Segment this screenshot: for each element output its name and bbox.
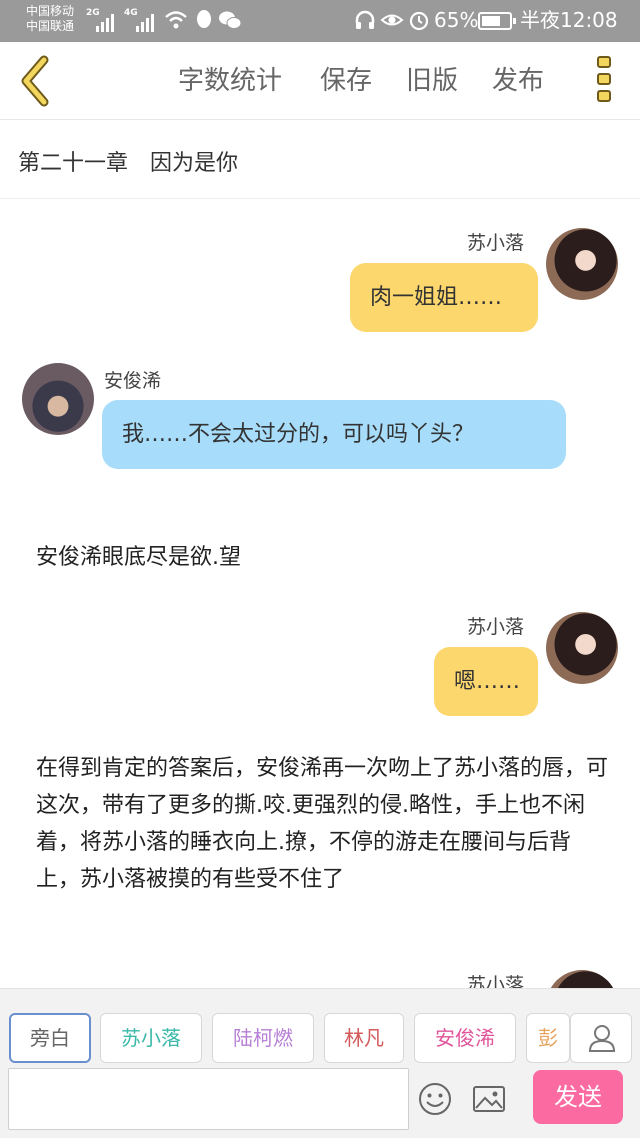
emoji-icon[interactable] — [417, 1081, 453, 1117]
save-button[interactable]: 保存 — [320, 64, 372, 98]
back-chevron-icon[interactable] — [14, 54, 54, 108]
headphones-icon — [355, 10, 375, 29]
chat-bubble[interactable]: 肉一姐姐…… — [350, 263, 538, 332]
publish-button[interactable]: 发布 — [492, 64, 544, 98]
signal-icon — [96, 10, 114, 32]
chat-bubble[interactable]: 嗯…… — [434, 647, 538, 716]
role-tab-su-xiaoluo[interactable]: 苏小落 — [100, 1013, 202, 1063]
send-button[interactable]: 发送 — [533, 1070, 623, 1124]
user-icon — [588, 1025, 616, 1052]
role-tab-peng[interactable]: 彭 — [526, 1013, 570, 1063]
speaker-name: 安俊浠 — [104, 370, 162, 392]
role-tab-lin-fan[interactable]: 林凡 — [324, 1013, 404, 1063]
carrier-2: 中国联通 — [26, 19, 75, 33]
avatar[interactable] — [22, 363, 94, 435]
more-menu-icon[interactable] — [594, 56, 614, 108]
battery-icon — [478, 12, 516, 30]
image-icon[interactable] — [471, 1081, 507, 1117]
avatar[interactable] — [546, 970, 618, 988]
editor-toolbar: 字数统计 保存 旧版 发布 — [0, 42, 640, 120]
message-input[interactable] — [8, 1068, 409, 1130]
wechat-icon — [219, 11, 242, 29]
old-version-button[interactable]: 旧版 — [406, 64, 458, 98]
composer-bar: 旁白 苏小落 陆柯燃 林凡 安俊浠 彭 发送 — [0, 988, 640, 1138]
wifi-icon — [165, 11, 187, 29]
carrier-names: 中国移动 中国联通 — [26, 4, 74, 34]
chat-bubble[interactable]: 我……不会太过分的，可以吗丫头？ — [102, 400, 566, 469]
avatar[interactable] — [546, 228, 618, 300]
chapter-header: 第二十一章 因为是你 — [0, 121, 640, 199]
add-character-button[interactable] — [570, 1013, 632, 1063]
story-chat-area[interactable]: 苏小落 肉一姐姐…… 安俊浠 我……不会太过分的，可以吗丫头？ 安俊浠眼底尽是欲… — [0, 200, 640, 988]
narration-text[interactable]: 在得到肯定的答案后，安俊浠再一次吻上了苏小落的唇，可这次，带有了更多的撕.咬.更… — [36, 750, 612, 898]
battery-percentage: 65% — [434, 8, 479, 32]
carrier-1: 中国移动 — [26, 4, 75, 18]
role-tab-an-junxi[interactable]: 安俊浠 — [414, 1013, 516, 1063]
clock: 半夜12:08 — [520, 8, 618, 32]
signal-icon — [136, 10, 154, 32]
role-tab-narrator[interactable]: 旁白 — [9, 1013, 91, 1063]
word-count-button[interactable]: 字数统计 — [178, 64, 282, 98]
avatar[interactable] — [546, 612, 618, 684]
qq-icon — [197, 10, 211, 28]
status-bar: 中国移动 中国联通 2G 4G 65% 半夜12:08 — [0, 0, 640, 42]
narration-text[interactable]: 安俊浠眼底尽是欲.望 — [36, 539, 612, 576]
role-tab-lu-keran[interactable]: 陆柯燃 — [212, 1013, 314, 1063]
speaker-name: 苏小落 — [467, 974, 525, 988]
alarm-icon — [409, 11, 429, 31]
eye-icon — [380, 14, 404, 26]
speaker-name: 苏小落 — [467, 232, 525, 254]
chapter-title[interactable]: 第二十一章 因为是你 — [18, 145, 238, 177]
speaker-name: 苏小落 — [467, 616, 525, 638]
